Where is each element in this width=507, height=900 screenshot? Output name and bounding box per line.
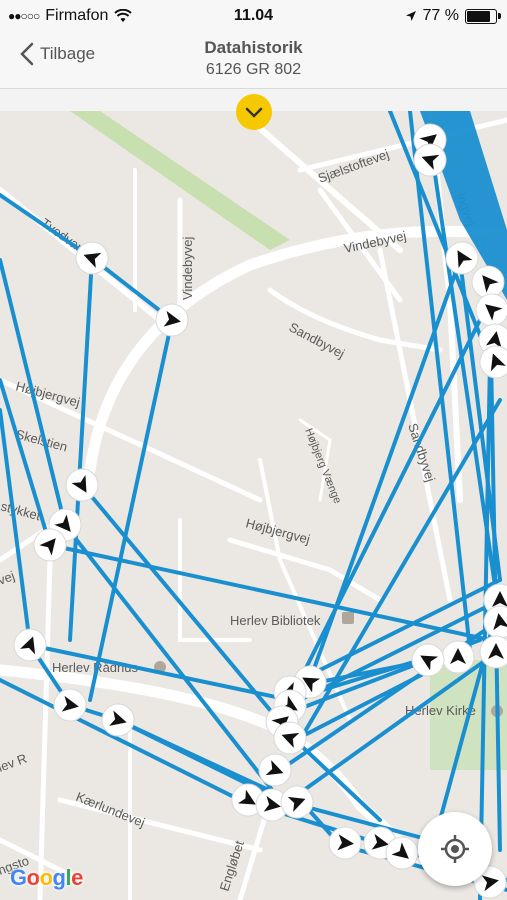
my-location-button[interactable] xyxy=(418,812,492,886)
map-canvas[interactable]: Sjælstoftevej Vindebyvej Tvedvangen Vind… xyxy=(0,111,507,900)
street-label: Vindebyvej xyxy=(180,237,195,300)
library-icon xyxy=(342,612,354,624)
crosshair-icon xyxy=(441,835,469,863)
direction-arrow-icon xyxy=(479,635,507,669)
page-title: Datahistorik xyxy=(204,38,303,57)
chevron-down-icon xyxy=(245,107,263,118)
status-bar: ●●○○○ Firmafon 11.04 77 % xyxy=(0,0,507,32)
map-view[interactable]: Sjælstoftevej Vindebyvej Tvedvangen Vind… xyxy=(0,111,507,900)
vehicle-id: 6126 GR 802 xyxy=(205,61,302,78)
place-label: Herlev Bibliotek xyxy=(230,613,321,628)
battery-percent: 77 % xyxy=(422,7,459,24)
status-right: 77 % xyxy=(405,7,501,25)
google-logo: Google xyxy=(10,865,83,890)
navigation-bar: Tilbage Datahistorik 6126 GR 802 xyxy=(0,32,507,89)
direction-arrow-icon xyxy=(441,640,475,674)
battery-icon xyxy=(465,8,501,24)
location-arrow-icon xyxy=(405,11,416,21)
pull-down-handle[interactable] xyxy=(236,94,272,130)
